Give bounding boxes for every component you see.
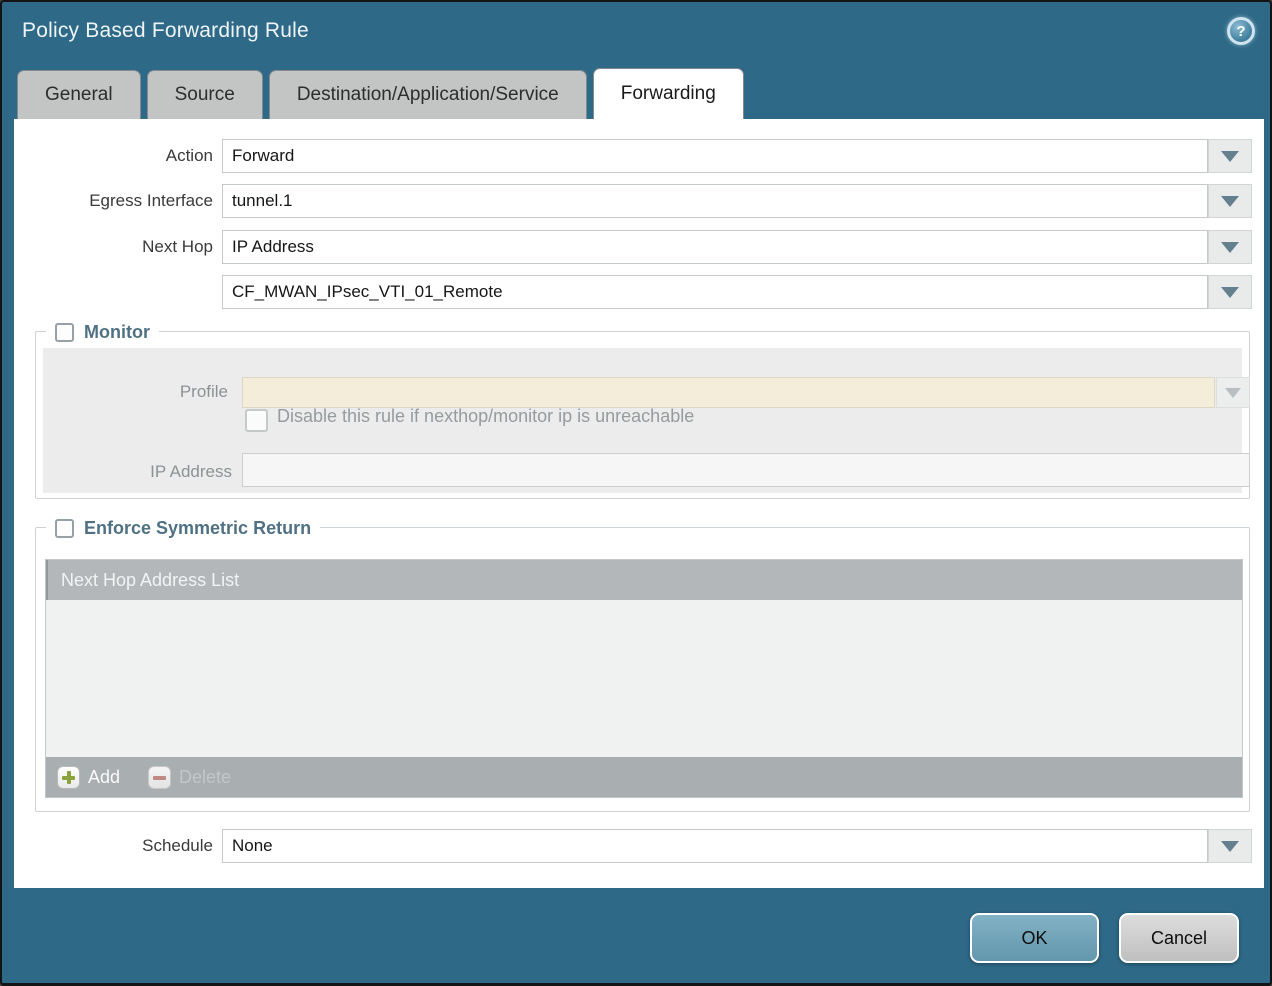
profile-dropdown-button: [1216, 377, 1250, 408]
egress-interface-label: Egress Interface: [14, 184, 213, 218]
profile-select: [242, 377, 1215, 408]
policy-based-forwarding-dialog: Policy Based Forwarding Rule ? General S…: [0, 0, 1272, 986]
next-hop-address-table: Next Hop Address List Add Delete: [45, 559, 1243, 798]
action-row: Action Forward: [14, 139, 1264, 173]
next-hop-dropdown-button[interactable]: [1208, 230, 1252, 264]
action-select[interactable]: Forward: [222, 139, 1208, 173]
next-hop-row: Next Hop IP Address: [14, 230, 1264, 264]
enforce-symmetric-return-checkbox[interactable]: [55, 519, 74, 538]
add-button-label: Add: [88, 767, 120, 788]
disable-rule-checkbox: [245, 409, 268, 432]
next-hop-address-row: CF_MWAN_IPsec_VTI_01_Remote: [14, 275, 1264, 309]
schedule-select[interactable]: None: [222, 829, 1208, 863]
forwarding-tab-panel: Action Forward Egress Interface tunnel.1…: [14, 119, 1264, 888]
schedule-label: Schedule: [14, 829, 213, 863]
action-dropdown-button[interactable]: [1208, 139, 1252, 173]
ok-button[interactable]: OK: [970, 913, 1099, 963]
chevron-down-icon: [1221, 242, 1239, 253]
next-hop-label: Next Hop: [14, 230, 213, 264]
chevron-down-icon: [1221, 151, 1239, 162]
monitor-ip-address-input: [242, 453, 1250, 487]
tab-forwarding[interactable]: Forwarding: [593, 68, 744, 119]
help-icon[interactable]: ?: [1227, 17, 1255, 45]
plus-icon: [57, 766, 80, 789]
symmetric-return-group-title: Enforce Symmetric Return: [84, 518, 311, 539]
next-hop-address-list-header: Next Hop Address List: [46, 560, 1242, 600]
monitor-checkbox[interactable]: [55, 323, 74, 342]
monitor-disabled-area: Profile Disable this rule if nexthop/mon…: [43, 348, 1242, 493]
tab-source[interactable]: Source: [147, 70, 263, 119]
delete-button-label: Delete: [179, 767, 231, 788]
next-hop-type-select[interactable]: IP Address: [222, 230, 1208, 264]
next-hop-address-select[interactable]: CF_MWAN_IPsec_VTI_01_Remote: [222, 275, 1208, 309]
symmetric-return-group: Enforce Symmetric Return Next Hop Addres…: [35, 527, 1250, 812]
egress-interface-row: Egress Interface tunnel.1: [14, 184, 1264, 218]
egress-interface-select[interactable]: tunnel.1: [222, 184, 1208, 218]
minus-icon: [148, 766, 171, 789]
monitor-ip-address-label: IP Address: [43, 455, 232, 489]
monitor-group: Monitor Profile Disable this rule if nex…: [35, 331, 1250, 499]
next-hop-address-dropdown-button[interactable]: [1208, 275, 1252, 309]
tab-destination-application-service[interactable]: Destination/Application/Service: [269, 70, 587, 119]
disable-rule-label: Disable this rule if nexthop/monitor ip …: [277, 406, 694, 427]
chevron-down-icon: [1225, 388, 1241, 398]
chevron-down-icon: [1221, 841, 1239, 852]
egress-interface-dropdown-button[interactable]: [1208, 184, 1252, 218]
schedule-row: Schedule None: [14, 829, 1264, 863]
next-hop-address-list-body[interactable]: [46, 600, 1242, 757]
chevron-down-icon: [1221, 287, 1239, 298]
profile-label: Profile: [43, 377, 228, 407]
schedule-dropdown-button[interactable]: [1208, 829, 1252, 863]
chevron-down-icon: [1221, 196, 1239, 207]
cancel-button[interactable]: Cancel: [1119, 913, 1239, 963]
add-button[interactable]: Add: [57, 766, 120, 789]
action-label: Action: [14, 139, 213, 173]
monitor-group-title: Monitor: [84, 322, 150, 343]
next-hop-address-list-toolbar: Add Delete: [46, 757, 1242, 797]
tab-general[interactable]: General: [17, 70, 141, 119]
tab-bar: General Source Destination/Application/S…: [17, 70, 750, 119]
delete-button: Delete: [148, 766, 231, 789]
dialog-title: Policy Based Forwarding Rule: [22, 19, 309, 43]
symmetric-return-legend: Enforce Symmetric Return: [46, 515, 320, 541]
monitor-legend: Monitor: [46, 319, 159, 345]
